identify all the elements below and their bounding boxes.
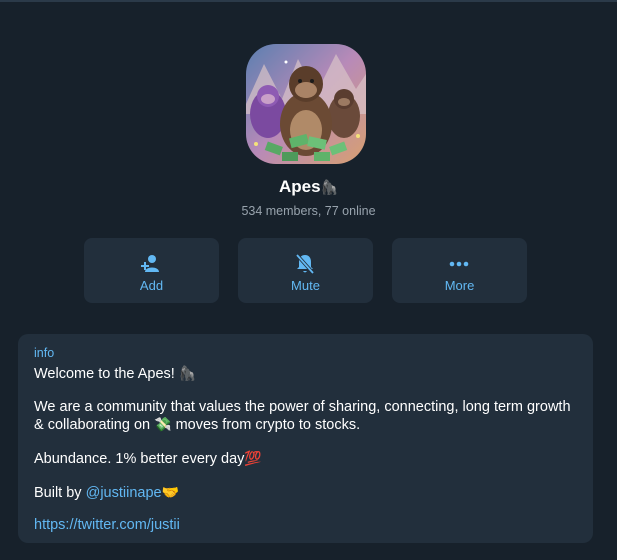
- add-label: Add: [139, 278, 164, 293]
- description-part-2: moves from crypto to stocks.: [171, 417, 361, 433]
- mute-label: Mute: [291, 278, 320, 293]
- gorilla-emoji-icon: 🦍: [320, 179, 338, 195]
- handshake-emoji-icon: 🤝: [161, 484, 180, 500]
- twitter-link[interactable]: https://twitter.com/justii: [34, 517, 180, 533]
- info-card: info Welcome to the Apes! 🦍 We are a com…: [18, 334, 593, 543]
- info-heading: info: [34, 346, 55, 360]
- more-button[interactable]: More: [392, 238, 527, 303]
- gorilla-emoji-icon: 🦍: [178, 365, 197, 381]
- group-profile-panel: Apes🦍 534 members, 77 online Add Mute Mo…: [0, 0, 617, 560]
- welcome-text: Welcome to the Apes! 🦍: [34, 365, 580, 383]
- group-title: Apes🦍: [0, 176, 617, 198]
- abundance-text: Abundance. 1% better every day💯: [34, 450, 580, 468]
- add-button[interactable]: Add: [84, 238, 219, 303]
- twitter-link-row: https://twitter.com/justii: [34, 517, 580, 534]
- more-label: More: [444, 278, 475, 293]
- group-stats: 534 members, 77 online: [241, 204, 376, 218]
- add-user-icon: [141, 255, 159, 272]
- abundance-line: Abundance. 1% better every day: [34, 451, 245, 467]
- author-handle-link[interactable]: @justiinape: [86, 485, 162, 501]
- more-dots-icon: [449, 261, 469, 267]
- top-divider: [0, 0, 617, 2]
- money-wings-emoji-icon: 💸: [154, 416, 172, 432]
- mute-button[interactable]: Mute: [238, 238, 373, 303]
- ape-avatar-image: [246, 44, 366, 164]
- welcome-line: Welcome to the Apes!: [34, 366, 179, 382]
- built-by-prefix: Built by: [34, 485, 86, 501]
- description-text: We are a community that values the power…: [34, 399, 580, 434]
- built-by-text: Built by @justiinape🤝: [34, 484, 580, 502]
- hundred-emoji-icon: 💯: [244, 450, 262, 466]
- bell-mute-icon: [295, 253, 315, 275]
- group-avatar[interactable]: [246, 44, 366, 164]
- group-name: Apes: [278, 177, 321, 196]
